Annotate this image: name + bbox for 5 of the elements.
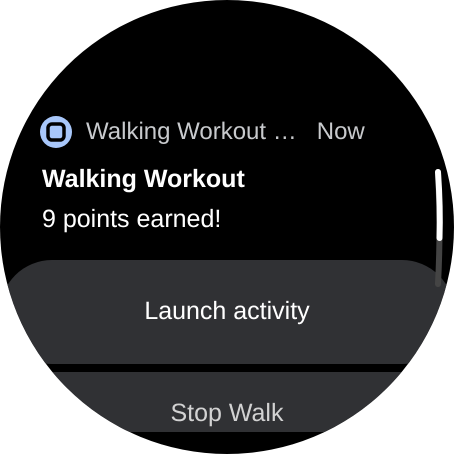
- notification-time: Now: [316, 117, 365, 147]
- stop-icon: [40, 116, 72, 148]
- app-name: Walking Workout …: [86, 117, 297, 147]
- notification-title: Walking Workout: [42, 164, 246, 194]
- notification-text: 9 points earned!: [42, 204, 222, 234]
